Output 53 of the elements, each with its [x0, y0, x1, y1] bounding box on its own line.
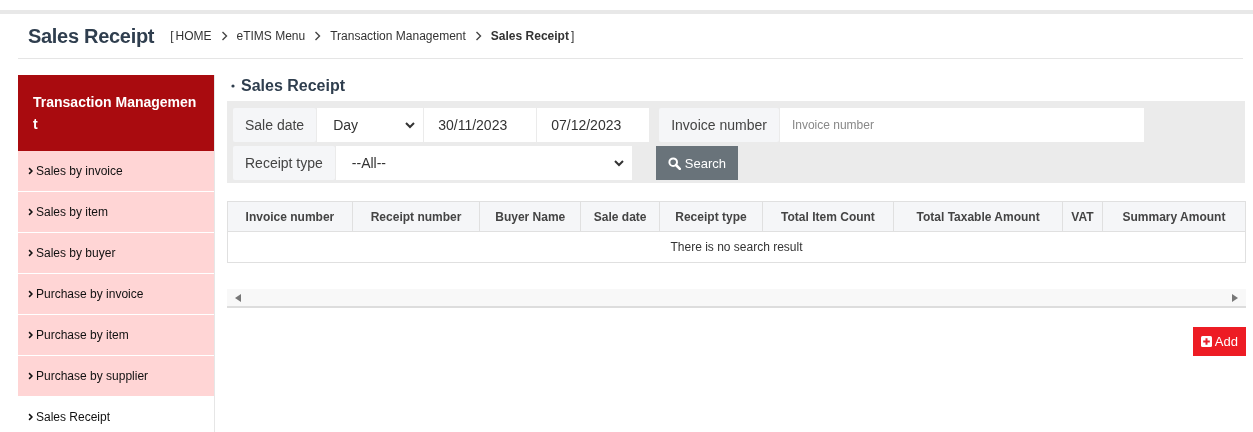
column-header: Invoice number — [227, 201, 353, 232]
chevron-icon — [28, 290, 33, 298]
bullet-icon — [231, 84, 235, 88]
search-button[interactable]: Search — [655, 146, 739, 180]
sidebar-item[interactable]: Purchase by item — [18, 315, 214, 356]
chevron-icon — [28, 413, 33, 421]
scroll-left-icon — [235, 293, 241, 302]
sidebar-title: Transaction Management — [18, 75, 214, 151]
sidebar-item[interactable]: Sales by invoice — [18, 151, 214, 192]
breadcrumb-item[interactable]: eTIMS Menu — [236, 29, 306, 43]
column-header: Receipt number — [352, 201, 480, 232]
sidebar-item[interactable]: Sales by buyer — [18, 233, 214, 274]
page-title: Sales Receipt — [28, 24, 155, 48]
field-label: Sale date — [233, 108, 317, 142]
sidebar-item[interactable]: Purchase by supplier — [18, 356, 214, 397]
horizontal-scrollbar[interactable] — [227, 289, 1246, 308]
breadcrumb-item[interactable]: HOME — [175, 29, 212, 43]
column-header: Summary Amount — [1102, 201, 1246, 232]
bracket: [ — [170, 29, 174, 43]
chevron-icon — [28, 249, 33, 257]
breadcrumb-item[interactable]: Transaction Management — [330, 29, 466, 43]
input-field[interactable]: Invoice number — [779, 108, 1144, 142]
chevron-icon — [28, 208, 33, 216]
column-header: VAT — [1062, 201, 1103, 232]
column-header: Total Item Count — [762, 201, 894, 232]
section-title: Sales Receipt — [241, 77, 346, 95]
add-button[interactable]: Add — [1192, 327, 1246, 356]
empty-message: There is no search result — [227, 231, 1246, 263]
field-label: Receipt type — [233, 146, 335, 180]
chevron-icon — [314, 31, 322, 41]
date-field[interactable]: 07/12/2023 — [537, 108, 650, 142]
column-header: Buyer Name — [479, 201, 581, 232]
chevron-icon — [474, 31, 482, 41]
chevron-icon — [28, 167, 33, 175]
caret-icon — [405, 121, 416, 129]
date-field[interactable]: 30/11/2023 — [424, 108, 537, 142]
scroll-right-icon — [1232, 293, 1238, 302]
column-header: Total Taxable Amount — [893, 201, 1063, 232]
column-header: Sale date — [580, 201, 660, 232]
search-icon — [667, 156, 681, 170]
chevron-icon — [28, 331, 33, 339]
chevron-icon — [28, 372, 33, 380]
sidebar-item[interactable]: Sales by item — [18, 192, 214, 233]
receipt-type-select[interactable]: --All-- — [335, 146, 632, 180]
sidebar-item[interactable]: Purchase by invoice — [18, 274, 214, 315]
caret-icon — [613, 159, 624, 167]
plus-square-icon — [1200, 336, 1212, 347]
breadcrumb-item: Sales Receipt — [490, 29, 569, 43]
chevron-icon — [220, 31, 228, 41]
bracket: ] — [570, 29, 575, 43]
column-header: Receipt type — [659, 201, 763, 232]
field-label: Invoice number — [659, 108, 779, 142]
period-select[interactable]: Day — [317, 108, 424, 142]
